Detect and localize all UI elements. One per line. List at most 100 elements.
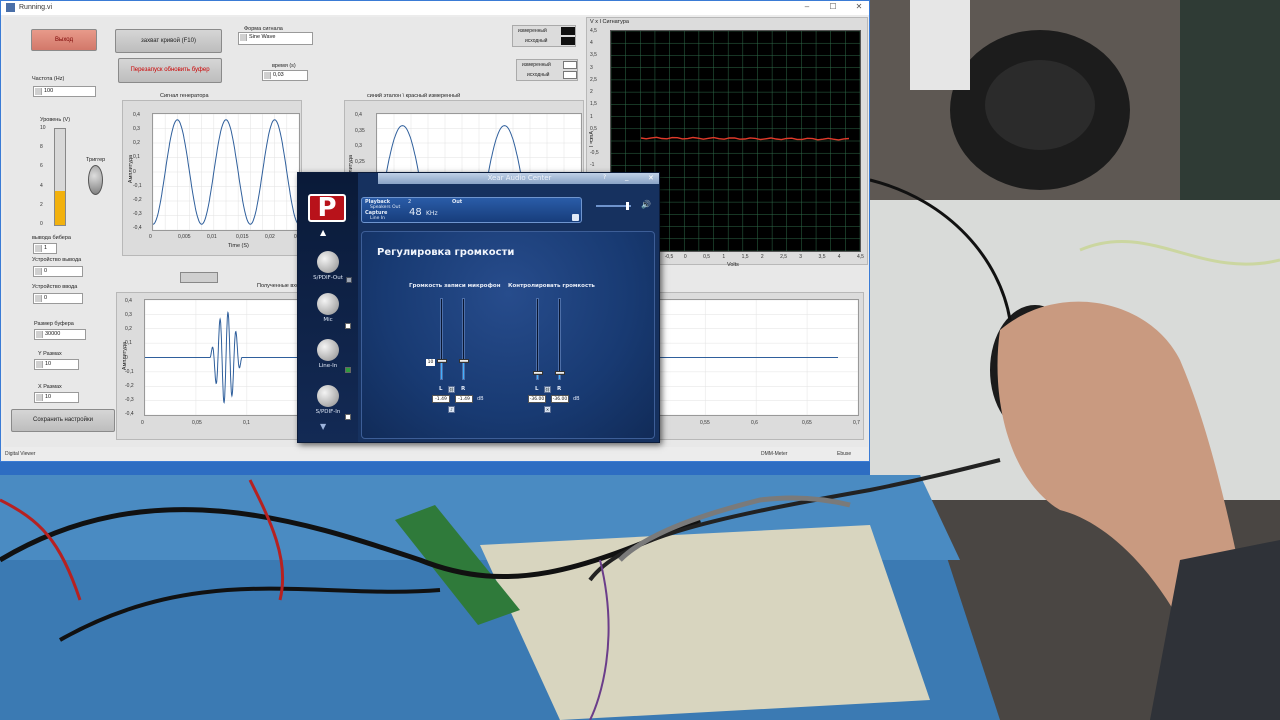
received-x-tick: 0,05 [192,420,202,426]
xear-help-icon[interactable]: ? [603,174,606,181]
legend-mid-source-swatch [563,71,577,79]
exit-button[interactable]: Выход [31,29,97,51]
spdif-in-checkbox[interactable] [345,414,351,420]
generator-y-tick: -0,2 [133,196,142,203]
speaker-icon[interactable]: 🔊 [641,200,651,209]
mic-checkbox[interactable] [345,323,351,329]
xy-x-tick: 0 [683,254,687,260]
signal-form-select[interactable]: Sine Wave [238,32,313,45]
master-volume-slider[interactable] [596,202,631,210]
received-y-tick: -0,1 [125,368,134,375]
record-left-knob[interactable] [437,358,447,363]
record-link-icon[interactable]: ⛓ [448,386,455,393]
record-mute-icon[interactable]: ♪ [448,406,455,413]
xy-x-tick: 3 [799,254,803,260]
level-tick: 6 [40,163,43,170]
record-left-value[interactable]: -1.49 [432,395,450,403]
monitor-link-icon[interactable]: ⛓ [544,386,551,393]
legend-top-measured-swatch [561,27,575,35]
line-in-checkbox[interactable] [345,367,351,373]
minimize-button[interactable]: – [795,2,819,13]
restart-buffer-button[interactable]: Перезапуск обновить буфер [118,58,222,83]
sidebar-item-mic[interactable]: Mic [304,293,352,323]
labview-titlebar: Running.vi – ☐ ✕ [1,1,869,15]
buffer-size-input[interactable]: 30000 [34,329,86,340]
sidebar-item-line-in[interactable]: Line-In [304,339,352,369]
record-right-fader[interactable] [459,298,469,380]
legend-mid-source: исходный [527,72,550,78]
reference-y-tick: 0,4 [355,112,362,118]
maximize-button[interactable]: ☐ [821,2,845,13]
monitor-left-value[interactable]: -36.00 [528,395,546,403]
sidebar-item-spdif-out[interactable]: S/PDIF-Out [304,251,352,281]
generator-y-tick: 0,4 [133,112,140,118]
buffer-out-label: вывода бибера [32,235,71,241]
device-in-input[interactable]: 0 [33,293,83,304]
xy-x-tick: 1,5 [741,254,749,260]
frequency-input[interactable]: 100 [33,86,96,97]
volume-control-panel: Регулировка громкости Громкость записи м… [361,231,655,439]
sidebar-item-label: S/PDIF-In [315,409,341,415]
save-settings-button[interactable]: Сохранить настройки [11,409,115,432]
device-out-input[interactable]: 0 [33,266,83,277]
monitor-left-knob[interactable] [533,370,543,375]
xear-minimize-icon[interactable]: _ [625,173,629,181]
desktop-strip [0,462,870,475]
record-left-fader[interactable] [437,298,447,380]
y-range-label: Y Размах [38,351,62,357]
xy-y-tick: -0,5 [590,150,599,157]
monitor-mute-icon[interactable]: ✕ [544,406,551,413]
y-range-input[interactable]: 10 [34,359,79,370]
x-range-input[interactable]: 10 [34,392,79,403]
level-slider[interactable] [54,128,66,226]
xy-y-tick: -1 [590,162,595,169]
channels-value: 2 [408,199,412,205]
xy-y-tick: 0,5 [590,125,597,132]
monitor-right-fader[interactable] [555,298,565,380]
reference-y-tick: 0,35 [355,127,365,134]
xy-y-tick: 2,5 [590,76,597,83]
record-right-channel: R [461,386,466,392]
spdif-out-icon [317,251,339,273]
spdif-out-checkbox[interactable] [346,277,352,283]
close-button[interactable]: ✕ [847,2,869,13]
sidebar-item-spdif-in[interactable]: S/PDIF-In [304,385,352,415]
generator-x-tick: 0,015 [236,234,249,240]
generator-x-tick: 0 [149,234,152,240]
xy-y-tick: 4,5 [590,28,597,34]
time-input[interactable]: 0,03 [262,70,308,81]
buffer-out-input[interactable]: 1 [33,243,57,254]
received-x-tick: 0,7 [853,420,860,426]
out-label: Out [452,199,463,205]
sidebar-item-label: Mic [323,317,333,323]
x-range-label: X Размах [38,384,62,390]
capture-curve-button[interactable]: захват кривой (F10) [115,29,222,53]
sidebar-down-arrow-icon[interactable]: ▼ [320,422,326,431]
record-left-channel: L [439,386,443,392]
level-tick: 0 [40,221,43,227]
xear-header-info-icon[interactable] [572,214,579,221]
labview-window-title: Running.vi [19,4,53,11]
legend-mid-measured: измеренный [522,62,551,68]
xy-graph-title: V x I Сигнатура [590,19,629,25]
generator-x-tick: 0,02 [265,234,275,240]
xy-x-tick: 4 [837,254,841,260]
sample-rate-value: 48 [409,207,422,218]
status-left: Digital Viewer [5,451,36,457]
record-unit: dB [477,396,484,402]
xy-y-tick: 0 [590,138,593,144]
sidebar-up-arrow-icon[interactable]: ▲ [320,228,326,237]
level-scale: 10 8 6 4 2 0 [40,125,52,227]
generator-y-tick: -0,4 [133,225,142,231]
graph-tools[interactable] [180,272,218,283]
legend-top: измеренный исходный [512,25,576,47]
buffer-size-label: Размер буфера [34,321,74,327]
monitor-right-value[interactable]: -36.00 [551,395,569,403]
xear-close-icon[interactable]: ✕ [648,174,654,182]
monitor-left-fader[interactable] [533,298,543,380]
generator-y-tick: 0,2 [133,140,140,147]
record-right-value[interactable]: -1.49 [455,395,473,403]
trigger-toggle[interactable] [88,165,103,195]
monitor-right-knob[interactable] [555,370,565,375]
record-right-knob[interactable] [459,358,469,363]
